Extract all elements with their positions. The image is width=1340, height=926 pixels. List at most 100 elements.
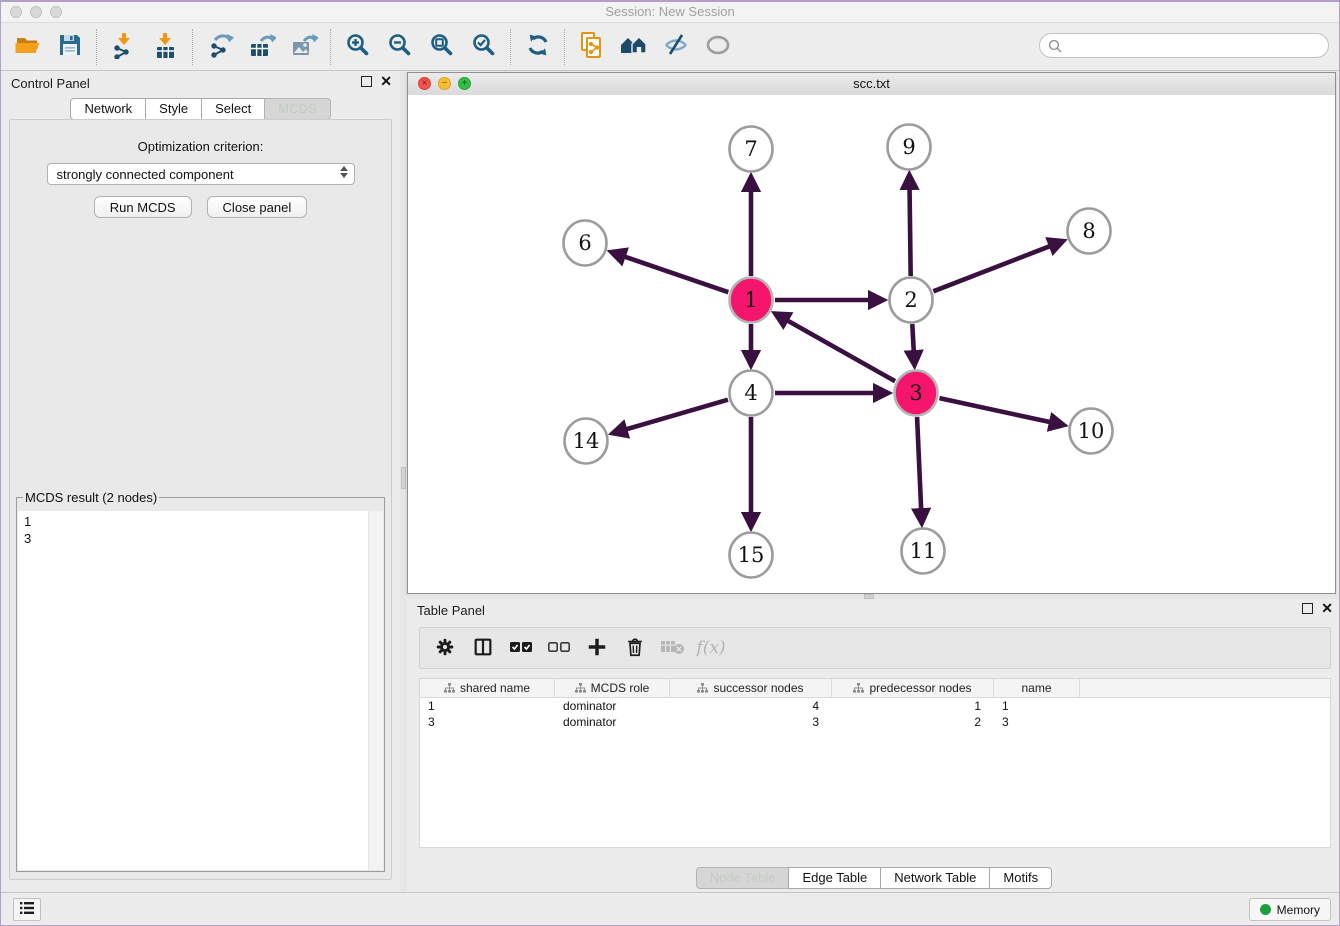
float-panel-icon[interactable] (1302, 603, 1313, 614)
node-4[interactable]: 4 (730, 371, 773, 416)
application-window: Session: New Session (0, 0, 1340, 926)
node-9[interactable]: 9 (888, 125, 931, 170)
close-panel-button[interactable]: Close panel (207, 196, 308, 218)
window-title: Session: New Session (1, 4, 1339, 19)
search-input[interactable] (1062, 38, 1328, 53)
import-network-button[interactable] (103, 27, 145, 67)
toolbar-separator (192, 29, 194, 65)
node-2[interactable]: 2 (890, 278, 933, 323)
table-body: 1dominator4113dominator323 (420, 698, 1330, 730)
column-header-shared-name[interactable]: shared name (420, 679, 555, 697)
zoom-in-button[interactable] (337, 27, 379, 67)
show-graphics-details-button[interactable] (655, 27, 697, 67)
import-table-icon (153, 32, 179, 62)
toolbar-separator (96, 29, 98, 65)
table-row[interactable]: 1dominator411 (420, 698, 1330, 714)
fx-icon: f(x) (696, 638, 725, 658)
main-area: Control Panel ✕ NetworkStyleSelectMCDS O… (1, 72, 1339, 892)
export-table-button[interactable] (241, 27, 283, 67)
apply-layout-button[interactable] (517, 27, 559, 67)
zoom-selected-button[interactable] (463, 27, 505, 67)
edge-2-8[interactable] (933, 246, 1050, 292)
run-mcds-button[interactable]: Run MCDS (94, 196, 192, 218)
network-canvas[interactable]: 1 2 3 4 6 7 8 9 10 11 14 15 (408, 95, 1335, 593)
new-network-from-selection-button[interactable] (571, 27, 613, 67)
checked-boxes-icon (509, 640, 533, 657)
tab-style[interactable]: Style (145, 98, 202, 120)
tab-mcds[interactable]: MCDS (264, 98, 330, 120)
node-1[interactable]: 1 (730, 278, 773, 323)
edge-3-10[interactable] (939, 398, 1050, 422)
column-header-successor-nodes[interactable]: successor nodes (670, 679, 832, 697)
zoom-fit-icon (429, 32, 455, 61)
node-10[interactable]: 10 (1070, 409, 1113, 454)
edge-4-14[interactable] (625, 400, 728, 430)
table-row[interactable]: 3dominator323 (420, 714, 1330, 730)
table-cell: dominator (555, 699, 670, 713)
tab-edge-table[interactable]: Edge Table (788, 867, 881, 889)
column-header-MCDS-role[interactable]: MCDS role (555, 679, 670, 697)
mcds-result-text[interactable]: 1 3 (18, 511, 368, 870)
vertical-splitter[interactable] (400, 72, 407, 892)
select-all-columns-button[interactable] (504, 631, 538, 665)
import-network-icon (111, 32, 137, 62)
column-header-label: successor nodes (713, 681, 803, 695)
edge-2-9[interactable] (910, 188, 911, 276)
export-network-button[interactable] (199, 27, 241, 67)
edge-1-6[interactable] (624, 256, 729, 292)
export-image-icon (290, 32, 318, 62)
edge-3-11[interactable] (917, 417, 921, 510)
float-panel-icon[interactable] (361, 76, 372, 87)
node-7[interactable]: 7 (730, 127, 773, 172)
network-preview-button[interactable] (697, 27, 739, 67)
node-15[interactable]: 15 (730, 533, 773, 578)
show-column-panel-button[interactable] (466, 631, 500, 665)
table-cell: 3 (670, 715, 832, 729)
result-scrollbar[interactable] (368, 511, 383, 870)
add-column-button[interactable] (580, 631, 614, 665)
task-history-button[interactable] (13, 898, 41, 921)
tab-select[interactable]: Select (201, 98, 265, 120)
save-session-button[interactable] (49, 27, 91, 67)
column-header-name[interactable]: name (994, 679, 1080, 697)
close-panel-icon[interactable]: ✕ (1321, 603, 1333, 614)
delete-column-button[interactable] (618, 631, 652, 665)
close-panel-icon[interactable]: ✕ (380, 76, 392, 87)
node-6[interactable]: 6 (564, 221, 607, 266)
tab-motifs[interactable]: Motifs (989, 867, 1052, 889)
mcds-result-title: MCDS result (2 nodes) (23, 490, 159, 505)
control-panel-title: Control Panel (11, 76, 90, 91)
node-11[interactable]: 11 (902, 529, 945, 574)
export-image-button[interactable] (283, 27, 325, 67)
node-14[interactable]: 14 (565, 419, 608, 464)
first-neighbors-button[interactable] (613, 27, 655, 67)
svg-text:11: 11 (910, 539, 937, 563)
control-panel: Control Panel ✕ NetworkStyleSelectMCDS O… (1, 72, 400, 892)
function-builder-button[interactable]: f(x) (694, 631, 728, 665)
table-panel: Table Panel ✕ (407, 599, 1340, 895)
edge-2-3[interactable] (912, 324, 914, 352)
column-header-predecessor-nodes[interactable]: predecessor nodes (832, 679, 994, 697)
criterion-select[interactable]: strongly connected component (47, 163, 355, 185)
table-options-button[interactable] (428, 631, 462, 665)
tab-network[interactable]: Network (70, 98, 146, 120)
edge-3-1[interactable] (787, 320, 895, 381)
svg-text:9: 9 (902, 135, 915, 159)
splitter-handle[interactable] (401, 467, 406, 489)
svg-text:3: 3 (909, 381, 922, 405)
network-graph[interactable]: 1 2 3 4 6 7 8 9 10 11 14 15 (408, 95, 1335, 594)
delete-table-button[interactable] (656, 631, 690, 665)
node-3[interactable]: 3 (895, 371, 938, 416)
tab-node-table[interactable]: Node Table (696, 867, 790, 889)
control-panel-header: Control Panel ✕ (1, 72, 400, 94)
svg-text:7: 7 (744, 137, 757, 161)
tab-network-table[interactable]: Network Table (880, 867, 990, 889)
zoom-out-button[interactable] (379, 27, 421, 67)
memory-button[interactable]: Memory (1249, 898, 1331, 921)
open-session-button[interactable] (7, 27, 49, 67)
column-namespace-icon (444, 683, 455, 693)
node-8[interactable]: 8 (1068, 209, 1111, 254)
zoom-fit-button[interactable] (421, 27, 463, 67)
import-table-button[interactable] (145, 27, 187, 67)
unselect-all-columns-button[interactable] (542, 631, 576, 665)
